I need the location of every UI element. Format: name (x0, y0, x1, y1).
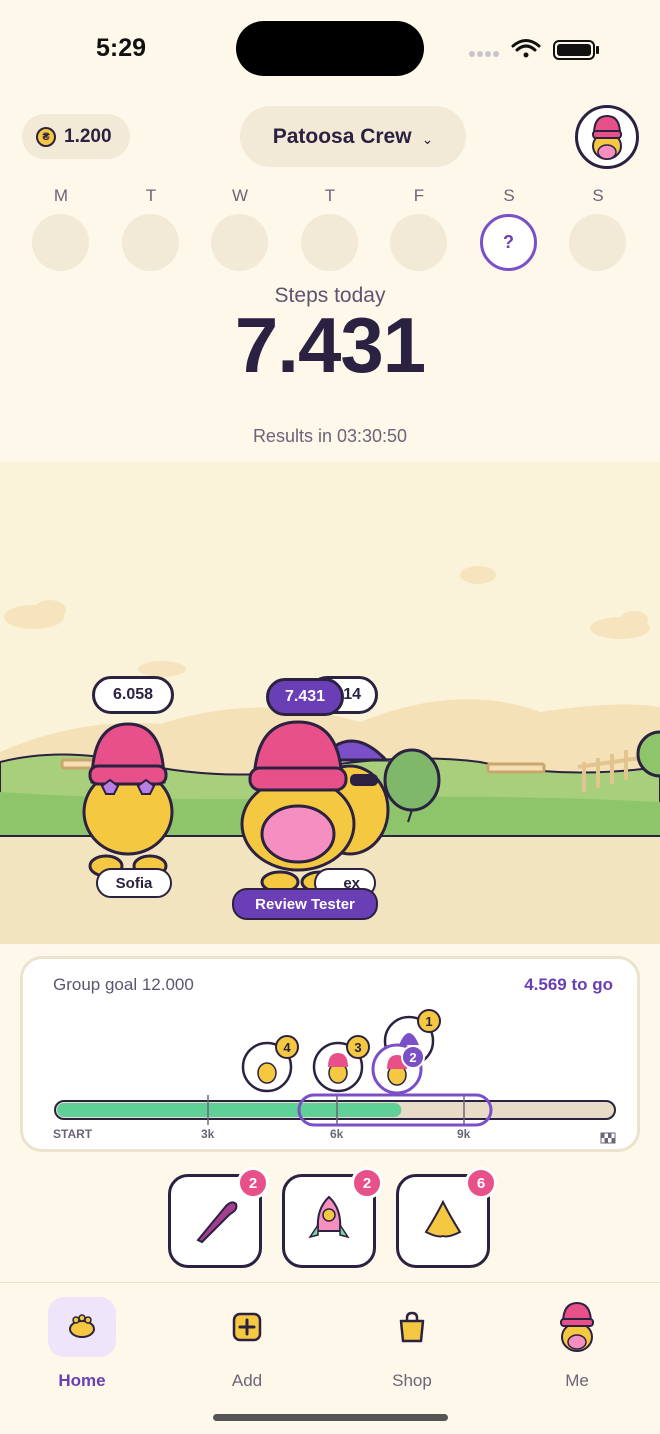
home-indicator (213, 1414, 448, 1421)
day-sunday[interactable]: S (569, 186, 627, 271)
banana-icon (424, 1199, 462, 1238)
home-icon-wrap (48, 1297, 116, 1357)
boosters-row: 2 2 6 (0, 1167, 660, 1272)
add-icon (232, 1312, 262, 1342)
tick-label-3k: 3k (201, 1127, 215, 1141)
tab-me[interactable]: Me (517, 1297, 637, 1391)
add-icon-wrap (213, 1297, 281, 1357)
dynamic-island (236, 21, 424, 76)
booster-count-badge: 6 (465, 1167, 497, 1199)
group-selector[interactable]: Patoosa Crew ⌄ (240, 106, 466, 167)
day-circle (32, 214, 89, 271)
day-tuesday[interactable]: T (122, 186, 180, 271)
rank-4-avatar: 4 (241, 1035, 299, 1093)
rank-3-avatar: 3 (312, 1035, 370, 1093)
tick-label-9k: 9k (457, 1127, 471, 1141)
park-scene: 6.058 14 7.431 Sofia ex Review Tester (0, 462, 660, 944)
tab-label: Home (58, 1371, 106, 1390)
booster-count-badge: 2 (351, 1167, 383, 1199)
coin-balance[interactable]: ₴ 1.200 (22, 114, 130, 159)
day-circle-today: ? (480, 214, 537, 271)
chevron-down-icon: ⌄ (421, 131, 434, 147)
day-letter: W (231, 186, 249, 205)
tab-label: Shop (392, 1371, 432, 1390)
rank-2-label: 2 (409, 1050, 416, 1065)
day-circle (301, 214, 358, 271)
day-circle (390, 214, 447, 271)
day-letter: F (413, 186, 425, 205)
me-icon-wrap (543, 1297, 611, 1357)
rocket-icon (308, 1195, 350, 1239)
week-tracker: M T W T F S ? S (32, 186, 632, 276)
booster-banana[interactable]: 6 (396, 1167, 497, 1268)
home-icon (69, 1314, 95, 1338)
your-steps-bubble: 7.431 (266, 678, 344, 716)
shopping-bag-icon (399, 1311, 425, 1343)
sofia-name-tag[interactable]: Sofia (96, 868, 172, 898)
bat-icon (196, 1201, 238, 1244)
tab-shop[interactable]: Shop (352, 1297, 472, 1391)
battery-icon (553, 40, 599, 60)
day-wednesday[interactable]: W (211, 186, 269, 271)
rank-1-label: 1 (425, 1014, 432, 1029)
day-circle (122, 214, 179, 271)
tab-add[interactable]: Add (187, 1297, 307, 1391)
group-name: Patoosa Crew (272, 124, 412, 148)
profile-avatar[interactable] (575, 105, 639, 169)
day-friday[interactable]: F (390, 186, 448, 271)
tab-home[interactable]: Home (22, 1297, 142, 1391)
your-name-tag[interactable]: Review Tester (232, 888, 378, 920)
coin-icon: ₴ (36, 126, 56, 147)
day-letter: T (145, 186, 157, 205)
me-avatar-icon (560, 1301, 594, 1352)
sofia-steps-bubble: 6.058 (92, 676, 174, 714)
day-monday[interactable]: M (32, 186, 90, 271)
coin-amount: 1.200 (64, 125, 112, 147)
tab-label: Add (231, 1371, 263, 1390)
tick-label-6k: 6k (330, 1127, 344, 1141)
rank-3-label: 3 (354, 1040, 361, 1055)
booster-bat[interactable]: 2 (168, 1167, 269, 1268)
booster-rocket[interactable]: 2 (282, 1167, 383, 1268)
day-letter: T (324, 186, 336, 205)
day-letter: S (503, 186, 515, 205)
group-goal-card[interactable]: Group goal 12.000 4.569 to go 4 3 1 2 ST… (20, 956, 640, 1152)
status-icons (469, 39, 599, 60)
booster-count-badge: 2 (237, 1167, 269, 1199)
day-thursday[interactable]: T (301, 186, 359, 271)
day-letter: S (592, 186, 604, 205)
tab-label: Me (565, 1371, 589, 1390)
shop-icon-wrap (378, 1297, 446, 1357)
avatar-character-icon (592, 114, 622, 160)
status-time: 5:29 (96, 34, 147, 62)
status-bar: 5:29 (0, 0, 660, 96)
day-saturday[interactable]: S ? (480, 186, 538, 271)
progress-fill (57, 1103, 402, 1117)
finish-flag-icon (600, 1132, 616, 1144)
wifi-icon (511, 39, 541, 58)
goal-progress-chart: 4 3 1 2 (54, 1009, 616, 1144)
signal-icon (469, 51, 499, 57)
steps-count: 7.431 (234, 301, 426, 389)
day-letter: M (53, 186, 69, 205)
results-countdown: Results in 03:30:50 (252, 426, 408, 446)
day-circle (211, 214, 268, 271)
tick-label-start: START (53, 1127, 93, 1141)
day-circle (569, 214, 626, 271)
rank-2-avatar: 2 (371, 1043, 425, 1095)
tab-bar: Home Add Shop Me (0, 1282, 660, 1434)
rank-4-label: 4 (283, 1040, 291, 1055)
